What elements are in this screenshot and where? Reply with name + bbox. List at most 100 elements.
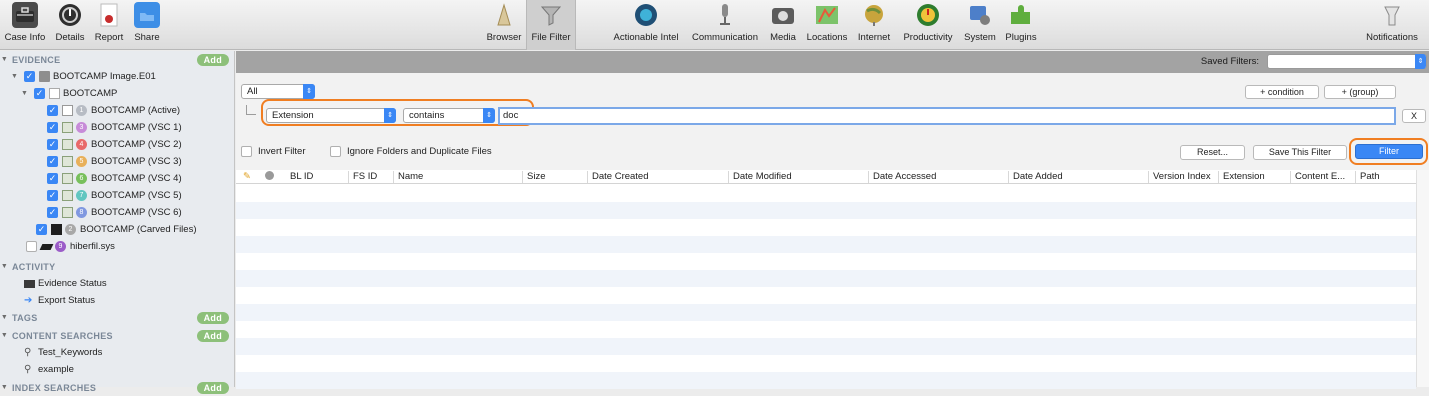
column-header[interactable]: Name xyxy=(393,171,521,183)
media-button[interactable]: Media xyxy=(766,0,800,50)
column-header[interactable]: Content E... xyxy=(1290,171,1354,183)
chevron-updown-icon: ⇕ xyxy=(384,108,396,123)
activity-section-header[interactable]: ▼ ACTIVITY xyxy=(0,258,235,275)
snapshot-item[interactable]: ✓ 5 BOOTCAMP (VSC 3) xyxy=(0,153,235,170)
add-evidence-button[interactable]: Add xyxy=(196,53,229,66)
evidence-image-item[interactable]: ▼ ✓ BOOTCAMP Image.E01 xyxy=(0,68,235,85)
tag-column-icon[interactable]: ✎ xyxy=(239,171,255,183)
condition-field-select[interactable]: Extension ⇕ xyxy=(266,108,396,123)
export-status-item[interactable]: ➔ Export Status xyxy=(0,292,235,309)
puzzle-icon xyxy=(1008,2,1034,28)
status-column-icon[interactable] xyxy=(261,171,281,183)
add-index-search-button[interactable]: Add xyxy=(196,381,229,394)
case-info-button[interactable]: Case Info xyxy=(3,0,47,50)
disk-image-icon xyxy=(39,71,50,82)
carved-files-item[interactable]: ✓ 2 BOOTCAMP (Carved Files) xyxy=(0,221,235,238)
disclosure-triangle-icon[interactable]: ▼ xyxy=(0,384,9,391)
hiberfil-item[interactable]: 9 hiberfil.sys xyxy=(0,238,235,255)
share-icon xyxy=(134,2,160,28)
column-header[interactable]: Date Created xyxy=(587,171,727,183)
disclosure-triangle-icon[interactable]: ▼ xyxy=(20,90,29,97)
disclosure-triangle-icon[interactable]: ▼ xyxy=(0,263,9,270)
report-button[interactable]: Report xyxy=(92,0,126,50)
invert-filter-checkbox[interactable] xyxy=(241,146,252,157)
snapshot-checkbox[interactable]: ✓ xyxy=(47,156,58,167)
table-row xyxy=(236,321,1416,338)
add-condition-button[interactable]: + condition xyxy=(1245,85,1319,99)
save-filter-button[interactable]: Save This Filter xyxy=(1253,145,1347,160)
column-header[interactable]: Date Modified xyxy=(728,171,867,183)
evidence-number-badge: 1 xyxy=(76,105,87,116)
index-searches-section-header[interactable]: ▼ INDEX SEARCHES Add xyxy=(0,379,235,396)
table-row xyxy=(236,372,1416,389)
saved-filters-select[interactable]: ⇕ xyxy=(1267,54,1427,69)
column-header[interactable]: FS ID xyxy=(348,171,392,183)
browser-button[interactable]: Browser xyxy=(484,0,524,50)
actionable-intel-button[interactable]: Actionable Intel xyxy=(609,0,683,50)
remove-condition-button[interactable]: X xyxy=(1402,109,1426,123)
snapshot-checkbox[interactable]: ✓ xyxy=(47,139,58,150)
tags-section-header[interactable]: ▼ TAGS Add xyxy=(0,309,235,326)
disclosure-triangle-icon[interactable]: ▼ xyxy=(0,56,9,63)
column-header[interactable]: Path xyxy=(1355,171,1415,183)
add-content-search-button[interactable]: Add xyxy=(196,329,229,342)
disclosure-triangle-icon[interactable]: ▼ xyxy=(10,73,19,80)
condition-operator-select[interactable]: contains ⇕ xyxy=(403,108,495,123)
column-header[interactable]: Version Index xyxy=(1148,171,1217,183)
disclosure-triangle-icon[interactable]: ▼ xyxy=(0,314,9,321)
add-group-button[interactable]: + (group) xyxy=(1324,85,1396,99)
column-header[interactable]: Date Added xyxy=(1008,171,1148,183)
evidence-number-badge: 2 xyxy=(65,224,76,235)
hiberfil-icon xyxy=(39,243,54,250)
plugins-button[interactable]: Plugins xyxy=(1003,0,1039,50)
volume-item[interactable]: ▼ ✓ BOOTCAMP xyxy=(0,85,235,102)
snapshot-checkbox[interactable]: ✓ xyxy=(47,207,58,218)
productivity-button[interactable]: Productivity xyxy=(897,0,959,50)
hiberfil-checkbox[interactable] xyxy=(26,241,37,252)
condition-value-input[interactable]: doc xyxy=(498,107,1396,125)
snapshot-item[interactable]: ✓ 6 BOOTCAMP (VSC 4) xyxy=(0,170,235,187)
column-header[interactable]: Size xyxy=(522,171,586,183)
ignore-folders-checkbox[interactable] xyxy=(330,146,341,157)
internet-button[interactable]: Internet xyxy=(854,0,894,50)
ignore-folders-option[interactable]: Ignore Folders and Duplicate Files xyxy=(330,146,492,157)
details-button[interactable]: Details xyxy=(52,0,88,50)
carved-files-checkbox[interactable]: ✓ xyxy=(36,224,47,235)
notifications-button[interactable]: Notifications xyxy=(1362,0,1422,50)
match-mode-select[interactable]: All ⇕ xyxy=(241,84,315,99)
snapshot-item[interactable]: ✓ 4 BOOTCAMP (VSC 2) xyxy=(0,136,235,153)
snapshot-checkbox[interactable]: ✓ xyxy=(47,105,58,116)
file-filter-icon xyxy=(538,2,564,28)
snapshot-item[interactable]: ✓ 8 BOOTCAMP (VSC 6) xyxy=(0,204,235,221)
column-header[interactable]: Date Accessed xyxy=(868,171,1007,183)
volume-checkbox[interactable]: ✓ xyxy=(34,88,45,99)
file-filter-button[interactable]: File Filter xyxy=(526,0,576,50)
snapshot-checkbox[interactable]: ✓ xyxy=(47,173,58,184)
snapshot-checkbox[interactable]: ✓ xyxy=(47,190,58,201)
filter-button[interactable]: Filter xyxy=(1355,144,1423,159)
communication-button[interactable]: Communication xyxy=(688,0,762,50)
snapshot-checkbox[interactable]: ✓ xyxy=(47,122,58,133)
disclosure-triangle-icon[interactable]: ▼ xyxy=(0,332,9,339)
locations-button[interactable]: Locations xyxy=(803,0,851,50)
evidence-image-checkbox[interactable]: ✓ xyxy=(24,71,35,82)
table-row xyxy=(236,185,1416,202)
table-row xyxy=(236,219,1416,236)
reset-button[interactable]: Reset... xyxy=(1180,145,1245,160)
system-button[interactable]: System xyxy=(961,0,999,50)
content-search-item[interactable]: ⚲ example xyxy=(0,361,235,378)
share-button[interactable]: Share xyxy=(131,0,163,50)
content-search-item[interactable]: ⚲ Test_Keywords xyxy=(0,344,235,361)
table-vertical-scrollbar[interactable] xyxy=(1416,170,1429,387)
snapshot-item[interactable]: ✓ 3 BOOTCAMP (VSC 1) xyxy=(0,119,235,136)
snapshot-item[interactable]: ✓ 1 BOOTCAMP (Active) xyxy=(0,102,235,119)
evidence-number-badge: 8 xyxy=(76,207,87,218)
evidence-status-item[interactable]: Evidence Status xyxy=(0,275,235,292)
add-tag-button[interactable]: Add xyxy=(196,311,229,324)
column-header[interactable]: BL ID xyxy=(286,171,346,183)
evidence-section-header[interactable]: ▼ EVIDENCE Add xyxy=(0,51,235,68)
invert-filter-option[interactable]: Invert Filter xyxy=(241,146,306,157)
snapshot-item[interactable]: ✓ 7 BOOTCAMP (VSC 5) xyxy=(0,187,235,204)
column-header[interactable]: Extension xyxy=(1218,171,1282,183)
content-searches-section-header[interactable]: ▼ CONTENT SEARCHES Add xyxy=(0,327,235,344)
